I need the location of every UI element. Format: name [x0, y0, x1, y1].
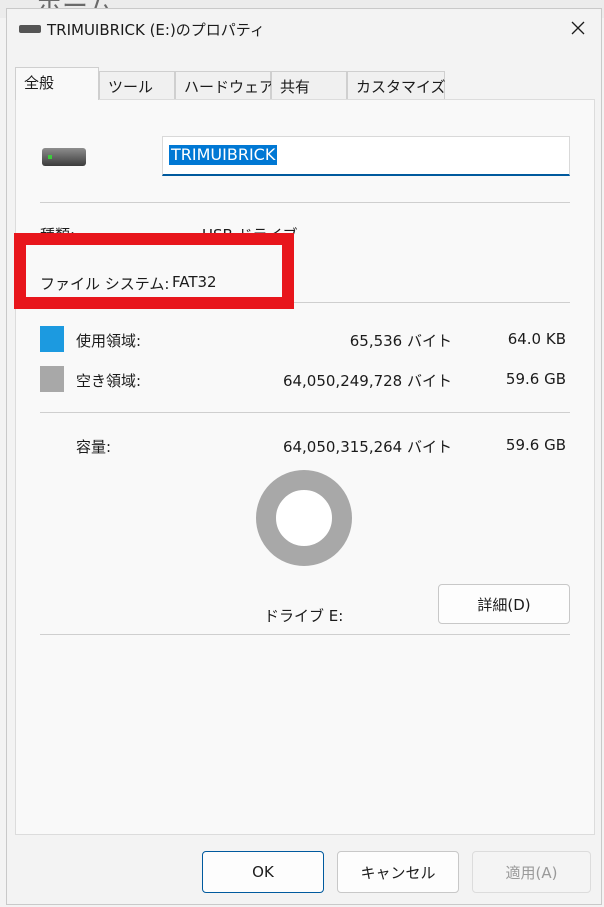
free-space-label: 空き領域:: [76, 372, 142, 390]
usage-donut-chart: [256, 470, 352, 566]
free-space-size: 59.6 GB: [505, 370, 566, 388]
drive-icon: [19, 25, 41, 33]
separator: [40, 412, 570, 413]
separator: [40, 634, 570, 635]
cancel-button[interactable]: キャンセル: [337, 851, 459, 893]
used-space-swatch: [40, 326, 64, 352]
capacity-bytes: 64,050,315,264 バイト: [282, 438, 452, 456]
title-bar: TRIMUIBRICK (E:)のプロパティ: [7, 9, 601, 49]
used-space-label: 使用領域:: [76, 332, 142, 350]
tab-hardware[interactable]: ハードウェア: [175, 71, 274, 99]
usb-drive-icon: [42, 148, 86, 166]
drive-led-icon: [48, 155, 52, 159]
ok-button[interactable]: OK: [202, 851, 324, 893]
details-button[interactable]: 詳細(D): [438, 584, 570, 624]
close-icon: [571, 21, 585, 35]
volume-name-input[interactable]: TRIMUIBRICK: [162, 136, 570, 176]
tab-sharing[interactable]: 共有: [271, 71, 347, 99]
general-tab-panel: TRIMUIBRICK 種類: USB ドライブ ファイル システム: FAT3…: [15, 99, 595, 835]
capacity-size: 59.6 GB: [505, 436, 566, 454]
free-space-swatch: [40, 366, 64, 392]
used-space-size: 64.0 KB: [507, 330, 566, 348]
used-space-bytes: 65,536 バイト: [349, 332, 452, 350]
tab-general[interactable]: 全般: [15, 67, 99, 100]
capacity-label: 容量:: [76, 438, 112, 456]
tab-tools[interactable]: ツール: [99, 71, 175, 99]
free-space-bytes: 64,050,249,728 バイト: [282, 372, 452, 390]
drive-label: ドライブ E:: [264, 607, 344, 625]
volume-name-text: TRIMUIBRICK: [169, 145, 278, 165]
window-title: TRIMUIBRICK (E:)のプロパティ: [47, 21, 265, 39]
tab-customize[interactable]: カスタマイズ: [347, 71, 446, 99]
separator: [40, 202, 570, 203]
apply-button[interactable]: 適用(A): [472, 851, 591, 893]
close-button[interactable]: [555, 9, 601, 47]
red-highlight-annotation: [14, 233, 294, 309]
properties-dialog: TRIMUIBRICK (E:)のプロパティ 全般 ツール ハードウェア 共有 …: [6, 8, 602, 905]
